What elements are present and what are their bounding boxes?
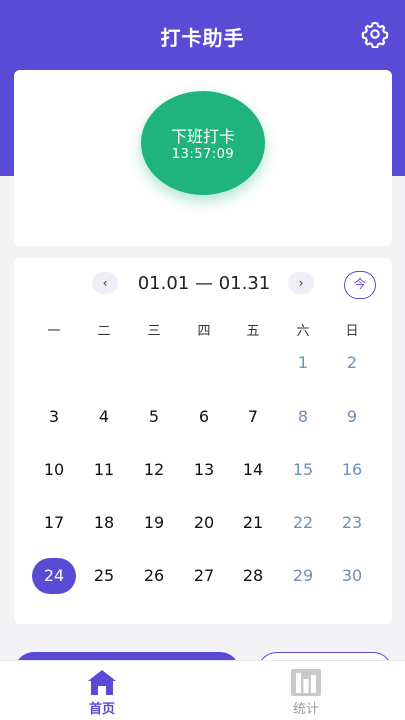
weekday-label: 二 <box>97 324 111 339</box>
tab-stats[interactable]: 统计 <box>246 661 366 720</box>
weekday-label: 五 <box>246 324 260 339</box>
next-month-button[interactable]: › <box>288 272 314 294</box>
punch-time: 13:57:09 <box>171 147 235 162</box>
weekday-label: 日 <box>345 324 359 339</box>
bar-chart-icon <box>291 669 321 696</box>
punch-button[interactable]: 下班打卡 13:57:09 <box>141 91 265 195</box>
date-range: 01.01 — 01.31 <box>137 273 271 294</box>
calendar-day[interactable]: 14 <box>230 452 276 488</box>
calendar-day[interactable]: 3 <box>31 399 77 435</box>
calendar-day[interactable]: 22 <box>280 505 326 541</box>
calendar-day[interactable]: 5 <box>131 399 177 435</box>
tab-bar: 首页 统计 <box>0 660 405 720</box>
gear-icon[interactable] <box>361 20 389 48</box>
calendar-day[interactable]: 12 <box>131 452 177 488</box>
calendar-day[interactable]: 26 <box>131 558 177 594</box>
calendar-day[interactable]: 28 <box>230 558 276 594</box>
calendar-day[interactable]: 4 <box>81 399 127 435</box>
calendar-day[interactable]: 6 <box>181 399 227 435</box>
weekday-label: 六 <box>296 324 310 339</box>
calendar-day[interactable]: 2 <box>329 345 375 381</box>
tab-stats-label: 统计 <box>292 702 319 717</box>
weekday-label: 四 <box>197 324 211 339</box>
calendar-day[interactable]: 30 <box>329 558 375 594</box>
partial-row-hint: · <box>46 620 49 624</box>
calendar-day[interactable]: 13 <box>181 452 227 488</box>
prev-month-button[interactable]: ‹ <box>92 272 118 294</box>
calendar-day[interactable]: 7 <box>230 399 276 435</box>
calendar-day[interactable]: 21 <box>230 505 276 541</box>
home-icon <box>88 670 116 695</box>
tab-home-label: 首页 <box>88 702 115 717</box>
calendar-day[interactable]: 19 <box>131 505 177 541</box>
calendar-day[interactable]: 18 <box>81 505 127 541</box>
calendar-day[interactable]: 23 <box>329 505 375 541</box>
calendar-day-selected[interactable]: 24 <box>32 558 76 594</box>
today-button[interactable]: 今 <box>344 271 376 299</box>
page-title: 打卡助手 <box>160 26 245 50</box>
calendar-day[interactable]: 25 <box>81 558 127 594</box>
punch-label: 下班打卡 <box>170 127 235 146</box>
calendar-day[interactable]: 10 <box>31 452 77 488</box>
calendar-day[interactable]: 9 <box>329 399 375 435</box>
calendar-card: ‹ 01.01 — 01.31 › 今 一 二 三 四 五 六 日 123456… <box>14 258 392 624</box>
calendar-day[interactable]: 11 <box>81 452 127 488</box>
weekday-label: 一 <box>47 324 61 339</box>
calendar-day[interactable]: 27 <box>181 558 227 594</box>
calendar-day[interactable]: 1 <box>280 345 326 381</box>
calendar-day[interactable]: 17 <box>31 505 77 541</box>
calendar-day[interactable]: 16 <box>329 452 375 488</box>
calendar-day[interactable]: 29 <box>280 558 326 594</box>
calendar-day[interactable]: 20 <box>181 505 227 541</box>
calendar-day[interactable]: 8 <box>280 399 326 435</box>
calendar-day[interactable]: 15 <box>280 452 326 488</box>
weekday-label: 三 <box>147 324 161 339</box>
tab-home[interactable]: 首页 <box>42 661 162 720</box>
